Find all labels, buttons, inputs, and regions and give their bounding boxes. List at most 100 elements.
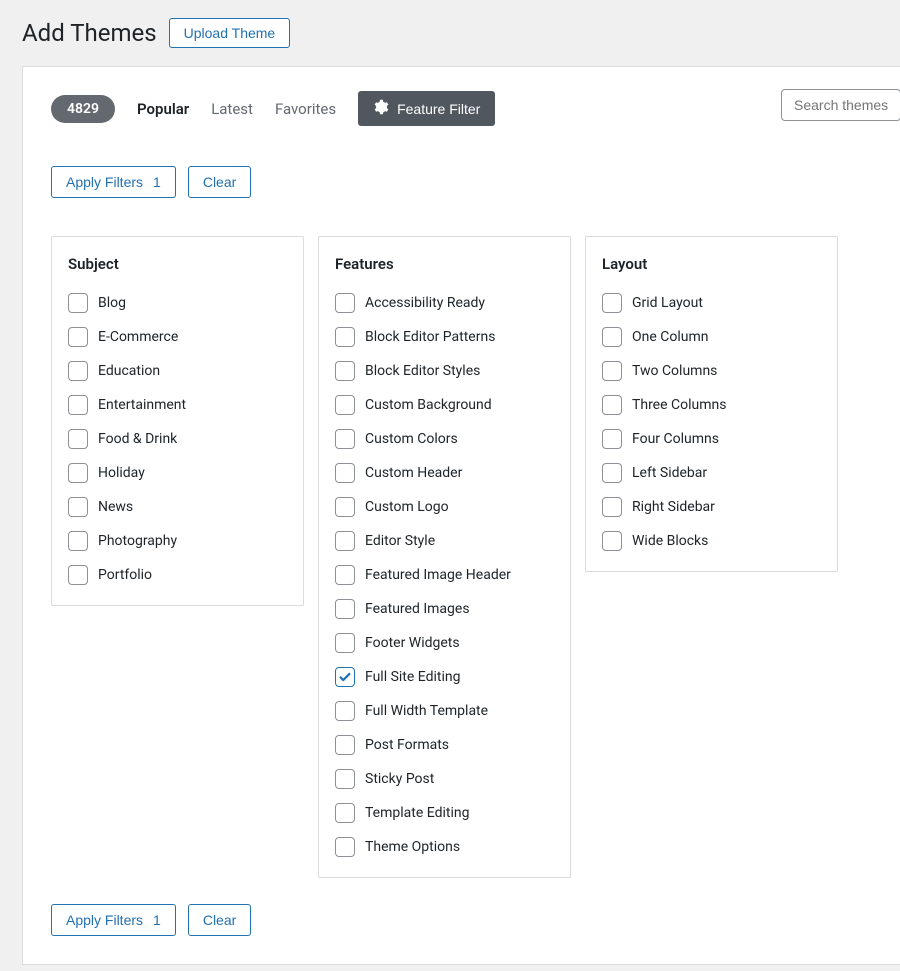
checkbox-icon[interactable] <box>602 327 622 347</box>
apply-filters-button[interactable]: Apply Filters 1 <box>51 166 176 198</box>
checkbox-icon[interactable] <box>68 463 88 483</box>
apply-filters-count: 1 <box>153 912 161 928</box>
feature-filter-label: Feature Filter <box>397 101 480 117</box>
filter-checkbox-row[interactable]: Left Sidebar <box>602 463 821 483</box>
filter-checkbox-row[interactable]: One Column <box>602 327 821 347</box>
filter-checkbox-row[interactable]: Full Site Editing <box>335 667 554 687</box>
filter-checkbox-label: Sticky Post <box>365 771 434 787</box>
checkbox-icon[interactable] <box>68 531 88 551</box>
checkbox-icon[interactable] <box>335 769 355 789</box>
nav-favorites[interactable]: Favorites <box>275 100 336 118</box>
filter-checkbox-label: Three Columns <box>632 397 726 413</box>
checkbox-icon[interactable] <box>68 429 88 449</box>
filter-checkbox-row[interactable]: Grid Layout <box>602 293 821 313</box>
filter-columns: Subject BlogE-CommerceEducationEntertain… <box>51 236 872 878</box>
checkbox-icon[interactable] <box>335 361 355 381</box>
filter-checkbox-row[interactable]: Education <box>68 361 287 381</box>
nav-popular[interactable]: Popular <box>137 100 189 118</box>
filter-checkbox-row[interactable]: Editor Style <box>335 531 554 551</box>
checkbox-icon[interactable] <box>602 531 622 551</box>
checkbox-icon[interactable] <box>602 497 622 517</box>
filter-checkbox-row[interactable]: Two Columns <box>602 361 821 381</box>
filter-checkbox-label: Right Sidebar <box>632 499 715 515</box>
filter-checkbox-label: Grid Layout <box>632 295 703 311</box>
filter-checkbox-row[interactable]: Portfolio <box>68 565 287 585</box>
checkbox-icon[interactable] <box>335 327 355 347</box>
nav-latest[interactable]: Latest <box>211 100 253 118</box>
clear-filters-button[interactable]: Clear <box>188 166 251 198</box>
checkbox-icon[interactable] <box>68 395 88 415</box>
filter-checkbox-label: Accessibility Ready <box>365 295 485 311</box>
filter-checkbox-row[interactable]: Featured Images <box>335 599 554 619</box>
filter-group-features: Features Accessibility ReadyBlock Editor… <box>318 236 571 878</box>
checkbox-icon[interactable] <box>335 497 355 517</box>
search-input[interactable] <box>781 89 900 121</box>
checkbox-icon[interactable] <box>335 735 355 755</box>
filter-checkbox-label: Post Formats <box>365 737 449 753</box>
checkbox-icon[interactable] <box>602 429 622 449</box>
filter-checkbox-row[interactable]: Template Editing <box>335 803 554 823</box>
filter-checkbox-row[interactable]: Custom Background <box>335 395 554 415</box>
filter-checkbox-row[interactable]: News <box>68 497 287 517</box>
filter-checkbox-row[interactable]: Accessibility Ready <box>335 293 554 313</box>
filter-checkbox-row[interactable]: Sticky Post <box>335 769 554 789</box>
apply-filters-button[interactable]: Apply Filters 1 <box>51 904 176 936</box>
checkbox-icon[interactable] <box>335 395 355 415</box>
filter-checkbox-row[interactable]: Holiday <box>68 463 287 483</box>
checkbox-icon[interactable] <box>602 463 622 483</box>
filter-checkbox-label: Full Width Template <box>365 703 488 719</box>
filter-checkbox-label: Featured Images <box>365 601 470 617</box>
filter-checkbox-row[interactable]: Post Formats <box>335 735 554 755</box>
filter-checkbox-row[interactable]: Block Editor Styles <box>335 361 554 381</box>
filter-checkbox-row[interactable]: E-Commerce <box>68 327 287 347</box>
filter-checkbox-label: Custom Background <box>365 397 492 413</box>
apply-filters-label: Apply Filters <box>66 912 143 928</box>
checkbox-icon[interactable] <box>602 361 622 381</box>
filter-checkbox-row[interactable]: Featured Image Header <box>335 565 554 585</box>
filter-checkbox-row[interactable]: Block Editor Patterns <box>335 327 554 347</box>
filter-checkbox-row[interactable]: Photography <box>68 531 287 551</box>
filter-checkbox-row[interactable]: Custom Header <box>335 463 554 483</box>
checkbox-icon[interactable] <box>335 293 355 313</box>
checkbox-icon[interactable] <box>68 293 88 313</box>
checkbox-icon[interactable] <box>335 633 355 653</box>
filter-checkbox-row[interactable]: Wide Blocks <box>602 531 821 551</box>
checkbox-icon[interactable] <box>335 803 355 823</box>
filter-checkbox-row[interactable]: Entertainment <box>68 395 287 415</box>
feature-filter-button[interactable]: Feature Filter <box>358 91 495 126</box>
filter-checkbox-label: Holiday <box>98 465 145 481</box>
filter-checkbox-row[interactable]: Blog <box>68 293 287 313</box>
filter-checkbox-row[interactable]: Full Width Template <box>335 701 554 721</box>
themes-count-pill: 4829 <box>51 95 115 123</box>
filter-checkbox-row[interactable]: Food & Drink <box>68 429 287 449</box>
checkbox-icon[interactable] <box>335 667 355 687</box>
checkbox-icon[interactable] <box>68 327 88 347</box>
subject-list: Blog E-Commerce Education Entertainment Food… <box>68 293 287 585</box>
filter-checkbox-row[interactable]: Theme Options <box>335 837 554 857</box>
filter-group-subject: Subject BlogE-CommerceEducationEntertain… <box>51 236 304 606</box>
checkbox-icon[interactable] <box>602 293 622 313</box>
checkbox-icon[interactable] <box>335 463 355 483</box>
filter-checkbox-label: Blog <box>98 295 126 311</box>
checkbox-icon[interactable] <box>335 429 355 449</box>
filter-checkbox-label: Four Columns <box>632 431 719 447</box>
checkbox-icon[interactable] <box>602 395 622 415</box>
upload-theme-button[interactable]: Upload Theme <box>169 18 291 48</box>
checkbox-icon[interactable] <box>335 565 355 585</box>
checkbox-icon[interactable] <box>335 599 355 619</box>
checkbox-icon[interactable] <box>335 531 355 551</box>
filter-checkbox-label: Footer Widgets <box>365 635 460 651</box>
filter-checkbox-row[interactable]: Custom Colors <box>335 429 554 449</box>
filter-checkbox-row[interactable]: Four Columns <box>602 429 821 449</box>
checkbox-icon[interactable] <box>335 837 355 857</box>
filter-checkbox-row[interactable]: Footer Widgets <box>335 633 554 653</box>
clear-filters-button[interactable]: Clear <box>188 904 251 936</box>
checkbox-icon[interactable] <box>68 361 88 381</box>
filter-checkbox-label: Block Editor Patterns <box>365 329 495 345</box>
checkbox-icon[interactable] <box>68 497 88 517</box>
filter-checkbox-row[interactable]: Three Columns <box>602 395 821 415</box>
filter-checkbox-row[interactable]: Right Sidebar <box>602 497 821 517</box>
filter-checkbox-row[interactable]: Custom Logo <box>335 497 554 517</box>
checkbox-icon[interactable] <box>68 565 88 585</box>
checkbox-icon[interactable] <box>335 701 355 721</box>
